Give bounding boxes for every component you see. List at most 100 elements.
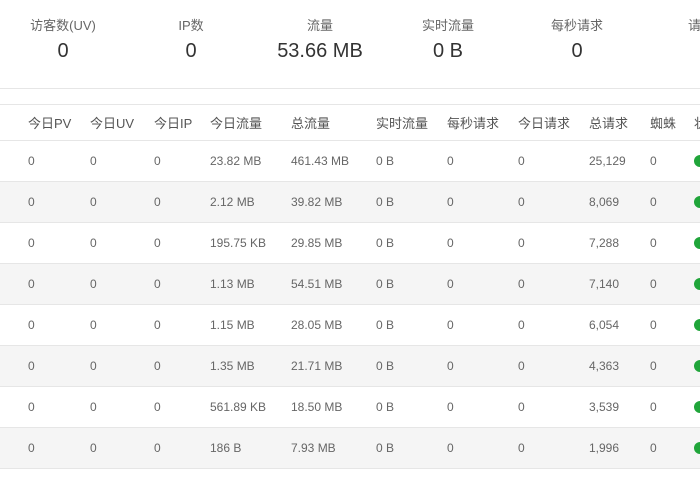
table-row[interactable]: 0 0 0 23.82 MB 461.43 MB 0 B 0 0 25,129 0 bbox=[0, 141, 700, 182]
stats-panel: 访客数(UV) 0 IP数 0 流量 53.66 MB 实时流量 0 B 每秒请… bbox=[0, 0, 700, 89]
table-cell: 0 bbox=[447, 441, 454, 455]
stat-value: 53.66 MB bbox=[277, 40, 363, 62]
table-cell: 0 B bbox=[376, 154, 395, 168]
table-cell: 0 bbox=[447, 195, 454, 209]
table-row[interactable]: 0 0 0 1.35 MB 21.71 MB 0 B 0 0 4,363 0 bbox=[0, 346, 700, 387]
column-header[interactable]: 总请求 bbox=[589, 105, 628, 140]
stat-label: 实时流量 bbox=[421, 18, 474, 33]
stat-label: 访客数(UV) bbox=[30, 18, 96, 33]
table-cell: 0 bbox=[90, 154, 97, 168]
column-header[interactable]: 今日PV bbox=[28, 105, 71, 140]
status-dot-icon[interactable] bbox=[694, 319, 700, 331]
table-cell: 7,288 bbox=[589, 236, 620, 250]
table-cell: 0 bbox=[90, 236, 97, 250]
table-cell: 561.89 KB bbox=[210, 400, 267, 414]
status-dot-icon[interactable] bbox=[694, 360, 700, 372]
column-header[interactable]: 实时流量 bbox=[376, 105, 428, 140]
table-row[interactable]: 0 0 0 195.75 KB 29.85 MB 0 B 0 0 7,288 0 bbox=[0, 223, 700, 264]
status-dot-icon[interactable] bbox=[694, 442, 700, 454]
table-cell: 195.75 KB bbox=[210, 236, 267, 250]
table-row[interactable]: 0 0 0 1.15 MB 28.05 MB 0 B 0 0 6,054 0 bbox=[0, 305, 700, 346]
table-cell: 0 bbox=[28, 359, 35, 373]
table-cell: 25,129 bbox=[589, 154, 626, 168]
table-cell: 0 bbox=[90, 359, 97, 373]
table-cell: 1.13 MB bbox=[210, 277, 255, 291]
table-cell: 2.12 MB bbox=[210, 195, 255, 209]
table-cell: 7.93 MB bbox=[291, 441, 336, 455]
table-cell: 0 B bbox=[376, 236, 395, 250]
table-cell: 0 bbox=[154, 318, 161, 332]
table-cell: 0 bbox=[28, 154, 35, 168]
table-cell: 0 bbox=[154, 277, 161, 291]
status-dot-icon[interactable] bbox=[694, 196, 700, 208]
table-row[interactable]: 0 0 0 186 B 7.93 MB 0 B 0 0 1,996 0 bbox=[0, 428, 700, 469]
table-cell: 1.15 MB bbox=[210, 318, 255, 332]
table-row[interactable]: 0 0 0 2.12 MB 39.82 MB 0 B 0 0 8,069 0 bbox=[0, 182, 700, 223]
status-dot-icon[interactable] bbox=[694, 155, 700, 167]
table-cell: 0 B bbox=[376, 318, 395, 332]
table-cell: 0 bbox=[650, 236, 657, 250]
table-cell: 1,996 bbox=[589, 441, 620, 455]
stat-value: 0 bbox=[57, 40, 69, 62]
table-cell: 0 bbox=[90, 318, 97, 332]
table-cell: 0 bbox=[650, 441, 657, 455]
table-cell: 1.35 MB bbox=[210, 359, 255, 373]
table-cell: 0 bbox=[650, 318, 657, 332]
table-cell: 461.43 MB bbox=[291, 154, 350, 168]
table-cell: 8,069 bbox=[589, 195, 620, 209]
column-header[interactable]: 今日请求 bbox=[518, 105, 570, 140]
column-header[interactable]: 今日IP bbox=[154, 105, 192, 140]
status-cell bbox=[694, 346, 700, 386]
table-cell: 0 bbox=[28, 400, 35, 414]
site-stats-table: 今日PV 今日UV 今日IP 今日流量 总流量 实时流量 每秒请求 今日请求 总… bbox=[0, 104, 700, 469]
table-cell: 0 bbox=[154, 400, 161, 414]
table-cell: 0 bbox=[154, 154, 161, 168]
table-cell: 0 bbox=[28, 195, 35, 209]
stat-label: 请 bbox=[688, 18, 700, 33]
table-cell: 21.71 MB bbox=[291, 359, 343, 373]
table-cell: 0 bbox=[518, 400, 525, 414]
stat-label: 流量 bbox=[306, 18, 333, 33]
table-cell: 0 bbox=[650, 195, 657, 209]
status-cell bbox=[694, 428, 700, 468]
table-cell: 0 B bbox=[376, 277, 395, 291]
table-cell: 3,539 bbox=[589, 400, 620, 414]
table-cell: 4,363 bbox=[589, 359, 620, 373]
column-header[interactable]: 状 bbox=[694, 105, 700, 140]
stat-label: 每秒请求 bbox=[550, 18, 603, 33]
status-dot-icon[interactable] bbox=[694, 278, 700, 290]
table-cell: 0 bbox=[650, 154, 657, 168]
table-cell: 29.85 MB bbox=[291, 236, 343, 250]
status-cell bbox=[694, 223, 700, 263]
table-cell: 0 bbox=[518, 441, 525, 455]
table-body: 0 0 0 23.82 MB 461.43 MB 0 B 0 0 25,129 0 0 0 0 2.12 … bbox=[0, 141, 700, 469]
table-cell: 7,140 bbox=[589, 277, 620, 291]
column-header[interactable]: 蜘蛛 bbox=[650, 105, 676, 140]
status-dot-icon[interactable] bbox=[694, 237, 700, 249]
table-cell: 0 bbox=[447, 318, 454, 332]
table-cell: 0 bbox=[518, 195, 525, 209]
table-cell: 0 bbox=[518, 236, 525, 250]
table-cell: 0 bbox=[154, 195, 161, 209]
table-cell: 0 bbox=[154, 359, 161, 373]
table-cell: 54.51 MB bbox=[291, 277, 343, 291]
table-cell: 0 bbox=[154, 236, 161, 250]
column-header[interactable]: 今日UV bbox=[90, 105, 134, 140]
table-cell: 0 bbox=[28, 236, 35, 250]
table-cell: 0 bbox=[518, 318, 525, 332]
table-cell: 0 bbox=[518, 154, 525, 168]
column-header[interactable]: 总流量 bbox=[291, 105, 330, 140]
table-cell: 28.05 MB bbox=[291, 318, 343, 332]
column-header[interactable]: 今日流量 bbox=[210, 105, 262, 140]
column-header[interactable]: 每秒请求 bbox=[447, 105, 499, 140]
table-cell: 0 bbox=[28, 277, 35, 291]
status-dot-icon[interactable] bbox=[694, 401, 700, 413]
stat-value: 0 B bbox=[432, 40, 464, 62]
table-cell: 0 bbox=[447, 400, 454, 414]
table-row[interactable]: 0 0 0 561.89 KB 18.50 MB 0 B 0 0 3,539 0 bbox=[0, 387, 700, 428]
table-row[interactable]: 0 0 0 1.13 MB 54.51 MB 0 B 0 0 7,140 0 bbox=[0, 264, 700, 305]
table-cell: 23.82 MB bbox=[210, 154, 262, 168]
table-cell: 0 bbox=[28, 318, 35, 332]
section-gap bbox=[0, 89, 700, 104]
status-cell bbox=[694, 264, 700, 304]
